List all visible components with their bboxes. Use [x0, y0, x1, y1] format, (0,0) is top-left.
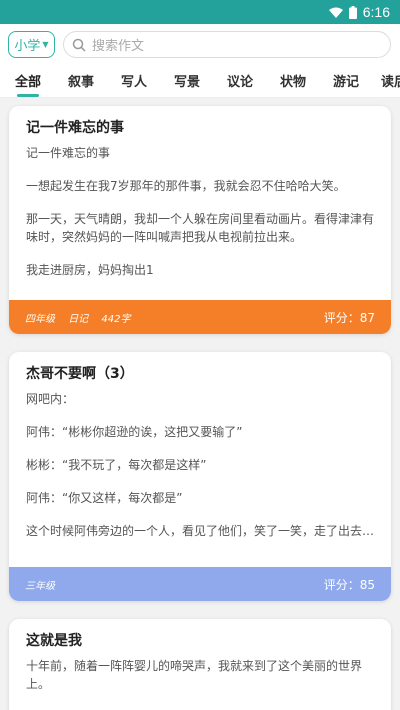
tab-argument[interactable]: 议论	[227, 71, 253, 90]
battery-icon	[348, 5, 357, 19]
excerpt-paragraph: 阿伟：“彬彬你超逊的诶，这把又要输了”	[26, 425, 243, 439]
essay-card[interactable]: 记一件难忘的事 记一件难忘的事 一想起发生在我7岁那年的那件事，我就会忍不住哈哈…	[9, 106, 391, 334]
excerpt-paragraph: 那一天，天气晴朗，我却一个人躲在房间里看动画片。看得津津有味时，突然妈妈的一阵叫…	[26, 212, 375, 244]
card-excerpt: 记一件难忘的事 一想起发生在我7岁那年的那件事，我就会忍不住哈哈大笑。 那一天，…	[26, 144, 376, 294]
card-score: 评分：85	[323, 577, 375, 592]
card-title: 杰哥不要啊（3）	[26, 366, 134, 382]
card-meta: 四年级 日记 442字	[25, 310, 140, 325]
status-bar: 6:16	[0, 0, 400, 24]
tab-travel[interactable]: 游记	[333, 71, 359, 90]
tab-all[interactable]: 全部	[15, 71, 41, 90]
excerpt-paragraph: 阿伟：“你又这样，每次都是”	[26, 491, 183, 505]
excerpt-paragraph: 一想起发生在我7岁那年的那件事，我就会忍不住哈哈大笑。	[26, 179, 346, 193]
search-placeholder: 搜索作文	[92, 39, 145, 54]
search-icon	[72, 38, 86, 52]
tab-scenery[interactable]: 写景	[174, 71, 200, 90]
tab-narrative[interactable]: 叙事	[68, 71, 94, 90]
card-meta: 三年级	[25, 577, 65, 592]
tab-reading[interactable]: 读后	[381, 71, 400, 90]
excerpt-paragraph: 网吧内：	[26, 392, 75, 406]
essay-card[interactable]: 这就是我 十年前，随着一阵阵婴儿的啼哭声，我就来到了这个美丽的世界上。	[9, 619, 391, 710]
status-time: 6:16	[362, 4, 390, 20]
excerpt-paragraph: 记一件难忘的事	[26, 146, 111, 160]
category-tabs: 全部 叙事 写人 写景 议论 状物 游记 读后	[0, 64, 400, 98]
card-grade: 三年级	[25, 580, 55, 592]
excerpt-paragraph: 十年前，随着一阵阵婴儿的啼哭声，我就来到了这个美丽的世界上。	[26, 659, 363, 691]
tab-people[interactable]: 写人	[121, 71, 147, 90]
card-footer: 三年级 评分：85	[9, 567, 391, 601]
tab-objects[interactable]: 状物	[280, 71, 306, 90]
excerpt-paragraph: 这个时候阿伟旁边的一个人，看见了他们，笑了一笑，走了出去…	[26, 524, 375, 538]
grade-select[interactable]: 小学 ▼	[8, 31, 55, 58]
header: 小学 ▼ 搜索作文	[0, 24, 400, 64]
card-word-count: 442字	[101, 313, 131, 325]
card-footer: 四年级 日记 442字 评分：87	[9, 300, 391, 334]
excerpt-paragraph: 彬彬：“我不玩了，每次都是这样”	[26, 458, 207, 472]
essay-card[interactable]: 杰哥不要啊（3） 网吧内： 阿伟：“彬彬你超逊的诶，这把又要输了” 彬彬：“我不…	[9, 352, 391, 601]
excerpt-paragraph: 我走进厨房，妈妈掏出1	[26, 263, 154, 277]
wifi-icon	[328, 7, 343, 18]
card-title: 这就是我	[26, 633, 82, 649]
card-type: 日记	[68, 313, 89, 325]
grade-select-label: 小学	[14, 39, 41, 54]
card-excerpt: 十年前，随着一阵阵婴儿的啼哭声，我就来到了这个美丽的世界上。	[26, 657, 376, 708]
card-score: 评分：87	[323, 310, 375, 325]
card-grade: 四年级	[25, 313, 55, 325]
active-tab-indicator	[17, 94, 39, 97]
card-title: 记一件难忘的事	[26, 120, 124, 136]
search-input[interactable]: 搜索作文	[63, 31, 391, 58]
chevron-down-icon: ▼	[42, 40, 49, 49]
card-excerpt: 网吧内： 阿伟：“彬彬你超逊的诶，这把又要输了” 彬彬：“我不玩了，每次都是这样…	[26, 390, 376, 555]
